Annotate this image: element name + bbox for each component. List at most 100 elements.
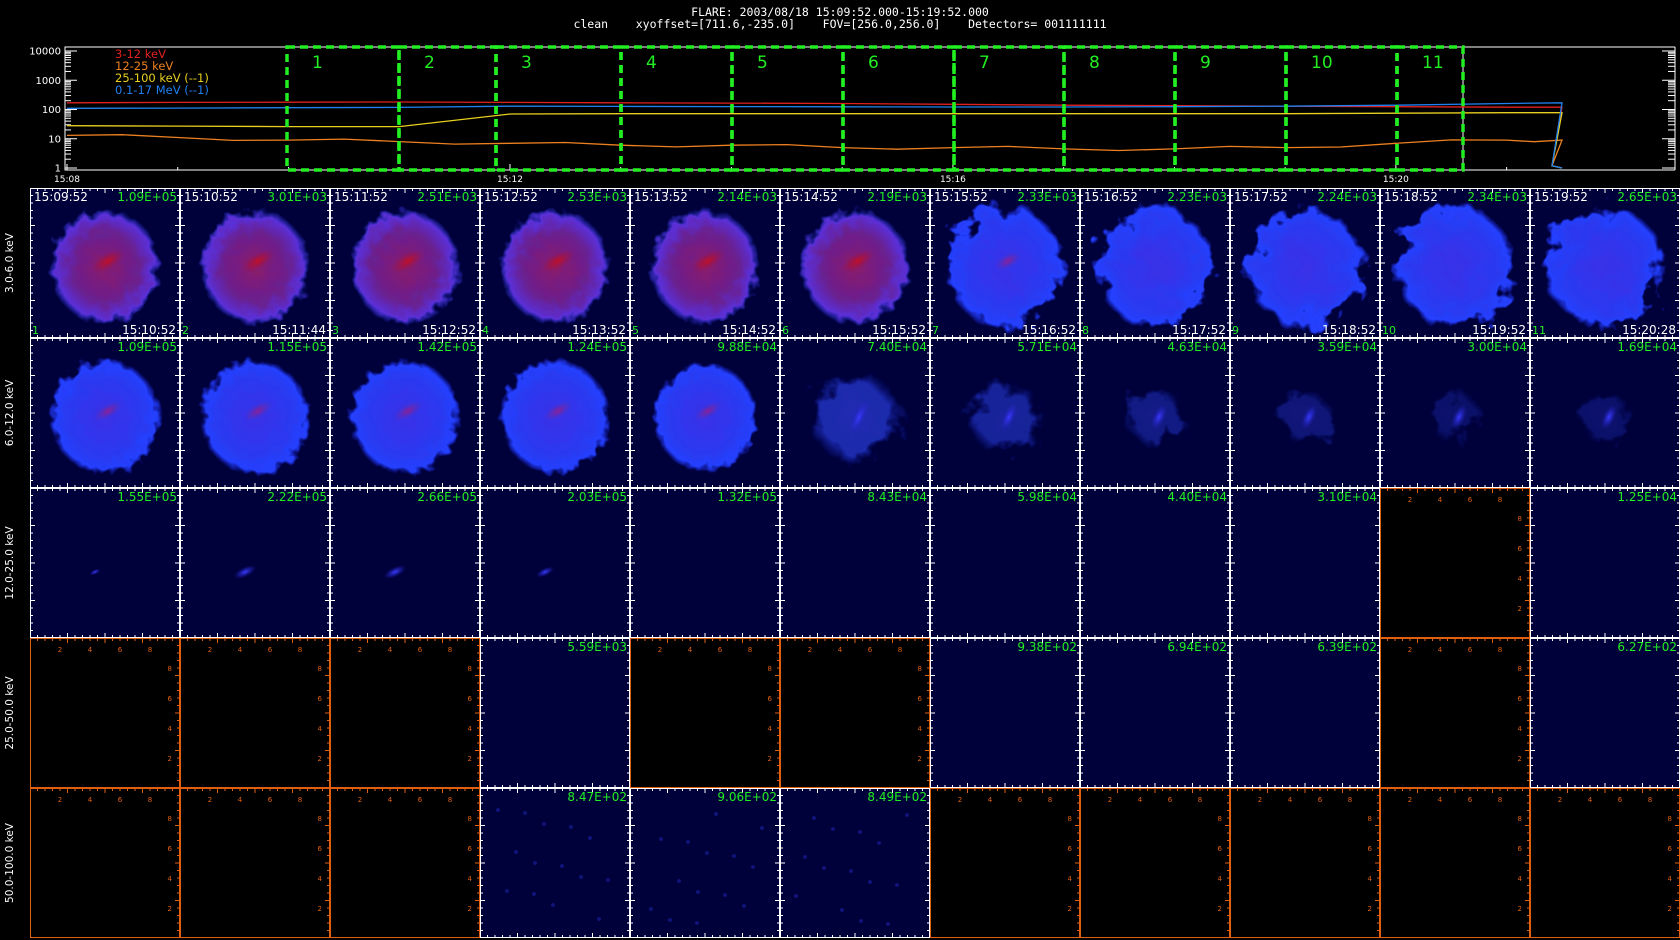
start-time: 15:12:52 [484, 190, 538, 204]
peak-value: 3.00E+04 [1467, 340, 1527, 354]
image-cell: 2 2 4 4 6 6 8 8 [330, 638, 480, 788]
image-cell: 7.40E+04 [780, 338, 930, 488]
empty-tick-label: 8 [1198, 796, 1202, 804]
noise-dot [606, 878, 610, 882]
end-time: 15:20:28 [1622, 323, 1676, 337]
empty-tick-label: 2 [318, 905, 322, 913]
image-cell: 6.27E+02 [1530, 638, 1680, 788]
peak-value: 9.88E+04 [717, 340, 777, 354]
interval-index: 6 [782, 324, 789, 337]
empty-tick-label: 6 [1618, 796, 1623, 804]
empty-tick-label: 8 [918, 665, 922, 673]
empty-tick-label: 2 [168, 905, 172, 913]
image-cell: 2 2 4 4 6 6 8 8 [1080, 788, 1230, 938]
peak-value: 2.66E+05 [417, 490, 477, 504]
image-background [480, 488, 630, 638]
noise-dot [579, 875, 583, 879]
empty-tick-label: 2 [168, 755, 172, 763]
interval-label: 11 [1422, 53, 1444, 73]
empty-tick-label: 6 [918, 695, 923, 703]
noise-dot [514, 850, 518, 854]
noise-dot [794, 894, 798, 898]
image-background [1230, 488, 1380, 638]
empty-tick-label: 4 [168, 875, 173, 883]
interval-label: 7 [979, 53, 990, 73]
interval-box [730, 45, 845, 172]
empty-tick-label: 4 [238, 646, 243, 654]
image-cell: 1.09E+05 [30, 338, 180, 488]
interval-index: 3 [332, 324, 339, 337]
empty-tick-label: 2 [358, 796, 362, 804]
end-time: 15:10:52 [122, 323, 176, 337]
image-cell: 2.24E+03 15:17:52 15:18:52 9 [1230, 188, 1380, 338]
noise-dot [542, 822, 546, 826]
empty-tick-label: 6 [1518, 545, 1523, 553]
image-background [1080, 488, 1230, 638]
noise-dot [831, 827, 835, 831]
empty-tick-label: 8 [318, 665, 322, 673]
empty-tick-label: 4 [1138, 796, 1143, 804]
noise-dot [496, 808, 500, 812]
peak-value: 2.65E+03 [1617, 190, 1677, 204]
empty-tick-label: 6 [318, 845, 323, 853]
image-cell: 2 2 4 4 6 6 8 8 [780, 638, 930, 788]
empty-tick-label: 6 [418, 796, 423, 804]
y-tick-label: 10000 [29, 47, 61, 58]
noise-dot [732, 854, 736, 858]
image-cell: 1.69E+04 [1530, 338, 1680, 488]
interval-label: 9 [1200, 53, 1211, 73]
empty-tick-label: 8 [1518, 665, 1522, 673]
peak-value: 2.23E+03 [1167, 190, 1227, 204]
source-blob [1545, 205, 1665, 329]
image-cell: 1.32E+05 [630, 488, 780, 638]
empty-tick-label: 2 [808, 646, 812, 654]
empty-tick-label: 6 [268, 646, 273, 654]
image-cell: 1.25E+04 [1530, 488, 1680, 638]
image-cell: 2 2 4 4 6 6 8 8 [30, 638, 180, 788]
noise-dot [551, 903, 555, 907]
empty-tick-label: 6 [118, 646, 123, 654]
flare-figure: 10000100010010115:08 15:12 15:16 15:203-12 … [4, 45, 1680, 938]
peak-value: 1.25E+04 [1617, 490, 1677, 504]
interval-label: 5 [757, 53, 768, 73]
row-label: 25.0-50.0 keV [4, 676, 16, 750]
empty-tick-label: 8 [298, 796, 302, 804]
image-background [630, 488, 780, 638]
noise-dot [677, 879, 681, 883]
empty-tick-label: 2 [658, 646, 662, 654]
end-time: 15:12:52 [422, 323, 476, 337]
noise-dot [696, 890, 700, 894]
noise-dot [597, 917, 601, 921]
interval-index: 2 [182, 324, 189, 337]
legend-entry: 0.1-17 MeV (--1) [115, 83, 209, 97]
empty-tick-label: 4 [688, 646, 693, 654]
image-cell: 2 2 4 4 6 6 8 8 [1530, 788, 1680, 938]
noise-dot [560, 864, 564, 868]
empty-tick-label: 6 [768, 695, 773, 703]
empty-tick-label: 2 [358, 646, 362, 654]
peak-value: 7.40E+04 [867, 340, 927, 354]
empty-tick-label: 4 [1438, 496, 1443, 504]
noise-dot [695, 921, 699, 925]
row-label: 12.0-25.0 keV [4, 526, 16, 600]
empty-background [330, 788, 480, 938]
image-cell: 2 2 4 4 6 6 8 8 [930, 788, 1080, 938]
image-cell: 8.47E+02 [480, 788, 630, 938]
empty-tick-label: 2 [58, 796, 62, 804]
end-time: 15:17:52 [1172, 323, 1226, 337]
empty-tick-label: 4 [1518, 575, 1523, 583]
noise-dot [822, 866, 826, 870]
image-cell: 9.38E+02 [930, 638, 1080, 788]
peak-value: 3.01E+03 [267, 190, 327, 204]
peak-value: 4.63E+04 [1167, 340, 1227, 354]
image-cell: 2 2 4 4 6 6 8 8 [330, 788, 480, 938]
empty-tick-label: 2 [918, 755, 922, 763]
noise-dot [868, 880, 872, 884]
empty-tick-label: 8 [168, 665, 172, 673]
series-line-1 [66, 134, 1563, 169]
x-tick-label: 15:20 [1383, 175, 1409, 185]
empty-tick-label: 2 [1408, 646, 1412, 654]
end-time: 15:14:52 [722, 323, 776, 337]
empty-tick-label: 2 [318, 755, 322, 763]
image-background [1530, 638, 1680, 788]
